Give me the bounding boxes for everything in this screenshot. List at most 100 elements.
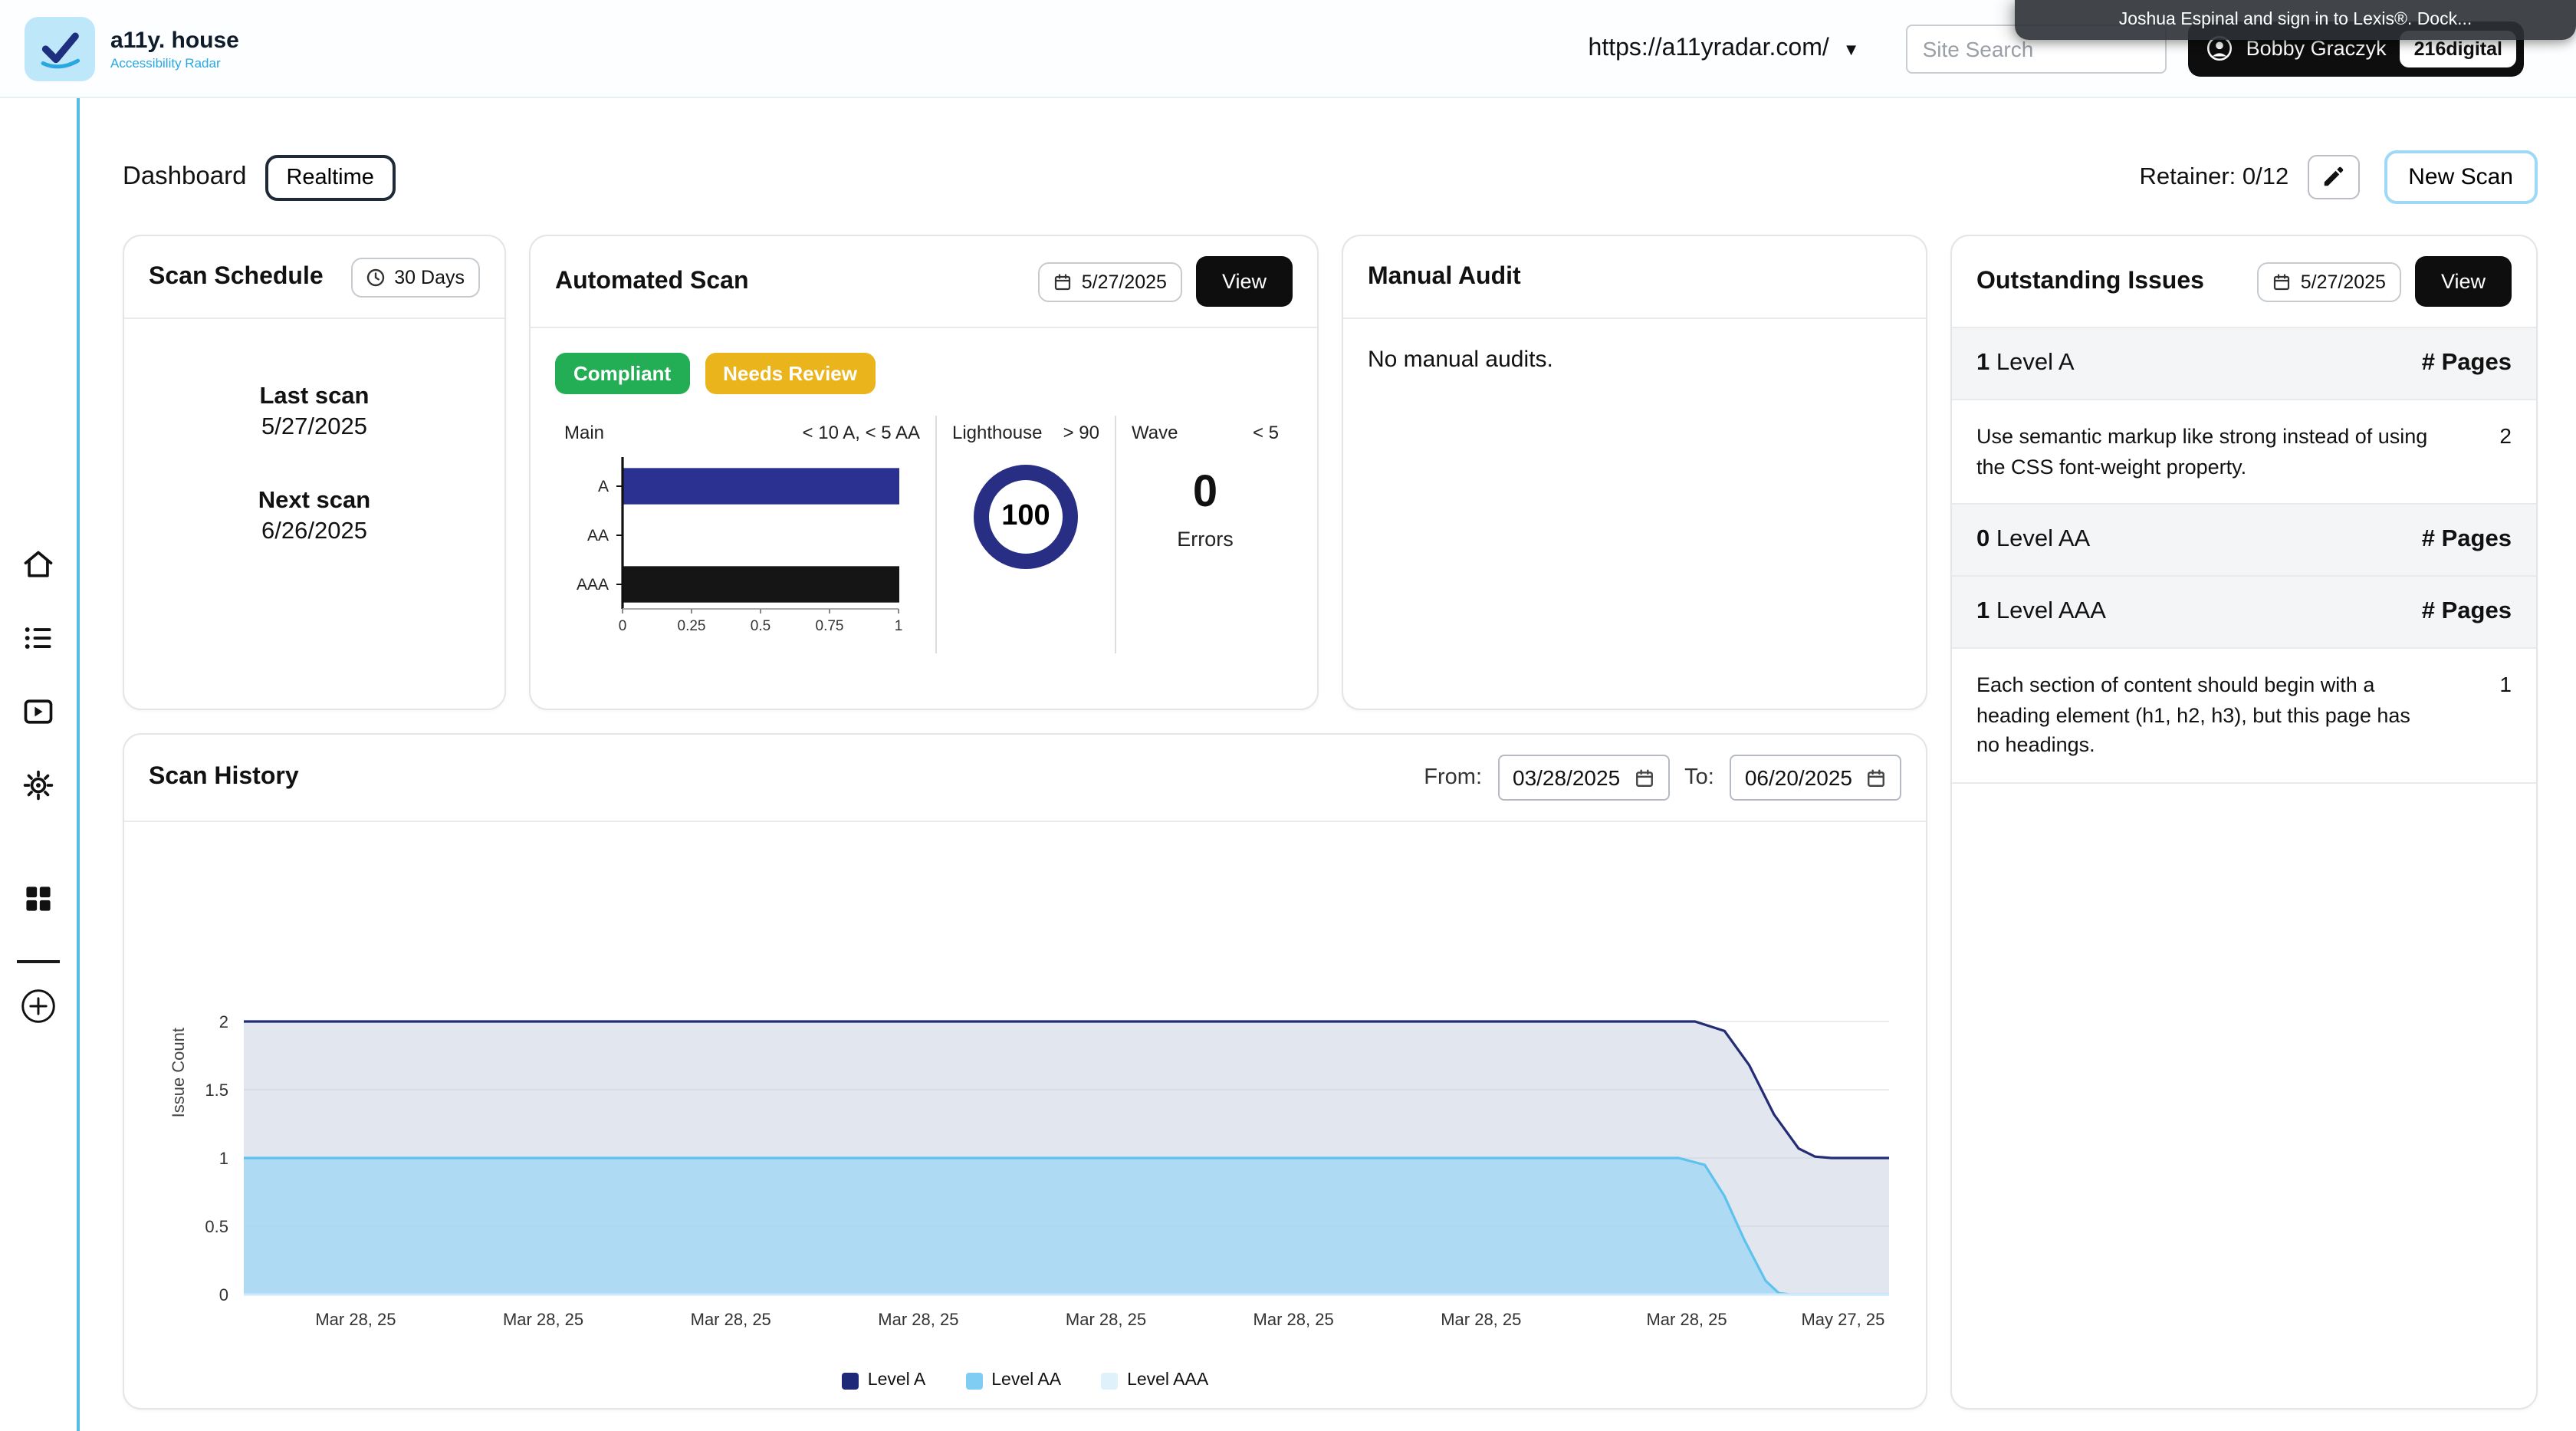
issue-level-row[interactable]: 1 Level A # Pages — [1952, 328, 2536, 400]
wave-error-count: 0 — [1132, 468, 1279, 518]
svg-text:Mar 28, 25: Mar 28, 25 — [1254, 1310, 1334, 1329]
issue-description: Use semantic markup like strong instead … — [1976, 422, 2436, 482]
to-date-input[interactable]: 06/20/2025 — [1730, 755, 1901, 801]
clock-icon — [366, 268, 385, 286]
svg-text:2: 2 — [219, 1012, 228, 1031]
automated-scan-title: Automated Scan — [555, 268, 1039, 295]
svg-text:AA: AA — [587, 527, 609, 544]
pages-column-label: # Pages — [2422, 350, 2512, 377]
svg-text:1: 1 — [895, 618, 903, 634]
svg-text:0: 0 — [619, 618, 627, 634]
app-root: a11y. house Accessibility Radar https://… — [0, 0, 2576, 1431]
legend-label: Level A — [868, 1371, 925, 1390]
lighthouse-label: Lighthouse — [952, 422, 1042, 443]
account-name: Bobby Graczyk — [2246, 37, 2387, 60]
home-icon[interactable] — [20, 546, 57, 583]
issue-level-row[interactable]: 1 Level AAA # Pages — [1952, 577, 2536, 649]
scan-history-legend: Level A Level AA Level AAA — [124, 1365, 1926, 1405]
legend-label: Level AAA — [1127, 1371, 1208, 1390]
realtime-button[interactable]: Realtime — [264, 154, 395, 200]
main-panel-target: < 10 A, < 5 AA — [803, 422, 920, 443]
settings-gear-icon[interactable] — [20, 767, 57, 804]
calendar-icon — [1866, 768, 1886, 788]
scan-history-card: Scan History From: 03/28/2025 To: — [123, 733, 1927, 1410]
list-icon[interactable] — [20, 620, 57, 656]
automated-scan-view-button[interactable]: View — [1196, 256, 1293, 307]
legend-item[interactable]: Level A — [842, 1371, 925, 1390]
manual-audit-title: Manual Audit — [1368, 263, 1901, 291]
add-icon[interactable] — [20, 988, 57, 1025]
calendar-icon — [1054, 272, 1073, 291]
retainer-counter: Retainer: 0/12 — [2140, 163, 2289, 191]
svg-text:Mar 28, 25: Mar 28, 25 — [878, 1310, 958, 1329]
issue-detail-row[interactable]: Use semantic markup like strong instead … — [1952, 400, 2536, 505]
issue-description: Each section of content should begin wit… — [1976, 670, 2436, 760]
issue-page-count: 1 — [2499, 670, 2512, 696]
svg-text:AAA: AAA — [577, 576, 609, 594]
outstanding-issues-title: Outstanding Issues — [1976, 268, 2258, 295]
automated-scan-date-badge[interactable]: 5/27/2025 — [1039, 262, 1182, 301]
lighthouse-score-donut: 100 — [974, 465, 1078, 569]
scan-history-chart-area: Issue Count 00.511.52Mar 28, 25Mar 28, 2… — [149, 982, 1901, 1365]
last-scan-date: 5/27/2025 — [261, 414, 367, 442]
status-badges: Compliant Needs Review — [531, 328, 1317, 413]
legend-swatch — [965, 1372, 982, 1389]
logo[interactable]: a11y. house Accessibility Radar — [25, 16, 239, 81]
lighthouse-panel: Lighthouse > 90 100 — [935, 416, 1115, 653]
compliance-bar-chart: AAAAAA00.250.50.751 — [564, 446, 914, 646]
notification-toast[interactable]: Joshua Espinal and sign in to Lexis®. Do… — [2015, 0, 2576, 40]
issue-level-row[interactable]: 0 Level AA # Pages — [1952, 505, 2536, 577]
level-label: 1 Level AAA — [1976, 598, 2106, 626]
new-scan-button[interactable]: New Scan — [2384, 150, 2538, 204]
legend-item[interactable]: Level AA — [965, 1371, 1061, 1390]
logo-check-icon — [25, 16, 95, 81]
legend-swatch — [1101, 1372, 1118, 1389]
dashboard-icon[interactable] — [20, 880, 57, 917]
main-panel-label: Main — [564, 422, 604, 443]
svg-text:0.5: 0.5 — [751, 618, 770, 634]
manual-audit-card: Manual Audit No manual audits. — [1342, 235, 1927, 710]
from-date-value: 03/28/2025 — [1513, 765, 1620, 790]
outstanding-rows: 1 Level A # Pages Use semantic markup like… — [1952, 328, 2536, 784]
pages-column-label: # Pages — [2422, 598, 2512, 626]
legend-swatch — [842, 1372, 859, 1389]
level-label: 0 Level AA — [1976, 526, 2090, 554]
pencil-icon — [2321, 166, 2344, 189]
level-label: 1 Level A — [1976, 350, 2075, 377]
status-badge[interactable]: Needs Review — [705, 353, 876, 394]
issue-detail-row[interactable]: Each section of content should begin wit… — [1952, 649, 2536, 783]
lighthouse-score: 100 — [1001, 500, 1050, 534]
outstanding-date-badge[interactable]: 5/27/2025 — [2258, 262, 2401, 301]
edit-retainer-button[interactable] — [2307, 155, 2359, 199]
wave-error-caption: Errors — [1132, 528, 1279, 551]
svg-text:0.5: 0.5 — [205, 1217, 228, 1236]
app-title: a11y. house — [110, 27, 239, 53]
pages-column-label: # Pages — [2422, 526, 2512, 554]
last-scan-label: Last scan — [259, 383, 369, 411]
status-badge[interactable]: Compliant — [555, 353, 689, 394]
logo-text: a11y. house Accessibility Radar — [110, 27, 239, 70]
wave-label: Wave — [1132, 422, 1178, 443]
page-title: Dashboard — [123, 163, 246, 192]
outstanding-view-button[interactable]: View — [2415, 256, 2512, 307]
automated-scan-stats: Main < 10 A, < 5 AA AAAAAA00.250.50.751 … — [531, 413, 1317, 653]
site-url-selector[interactable]: https://a11yradar.com/ ▼ — [1589, 35, 1860, 62]
scan-schedule-body: Last scan 5/27/2025 Next scan 6/26/2025 — [124, 319, 504, 589]
scan-interval-badge[interactable]: 30 Days — [351, 257, 480, 297]
legend-item[interactable]: Level AAA — [1101, 1371, 1208, 1390]
from-date-input[interactable]: 03/28/2025 — [1497, 755, 1669, 801]
issue-page-count: 2 — [2499, 422, 2512, 448]
svg-text:0: 0 — [219, 1285, 228, 1304]
toast-text: Joshua Espinal and sign in to Lexis®. Do… — [2119, 11, 2472, 29]
site-url: https://a11yradar.com/ — [1589, 35, 1829, 62]
scan-history-title: Scan History — [149, 764, 1424, 791]
next-scan-label: Next scan — [258, 488, 370, 515]
wave-panel: Wave < 5 0 Errors — [1115, 416, 1294, 653]
sidebar — [0, 98, 80, 1431]
automated-scan-date: 5/27/2025 — [1082, 271, 1167, 292]
main-panel: Main < 10 A, < 5 AA AAAAAA00.250.50.751 — [549, 416, 935, 653]
send-icon[interactable] — [20, 693, 57, 730]
scan-schedule-card: Scan Schedule 30 Days Last scan 5/27/202… — [123, 235, 506, 710]
chevron-down-icon: ▼ — [1843, 41, 1860, 59]
sidebar-divider — [17, 960, 60, 963]
